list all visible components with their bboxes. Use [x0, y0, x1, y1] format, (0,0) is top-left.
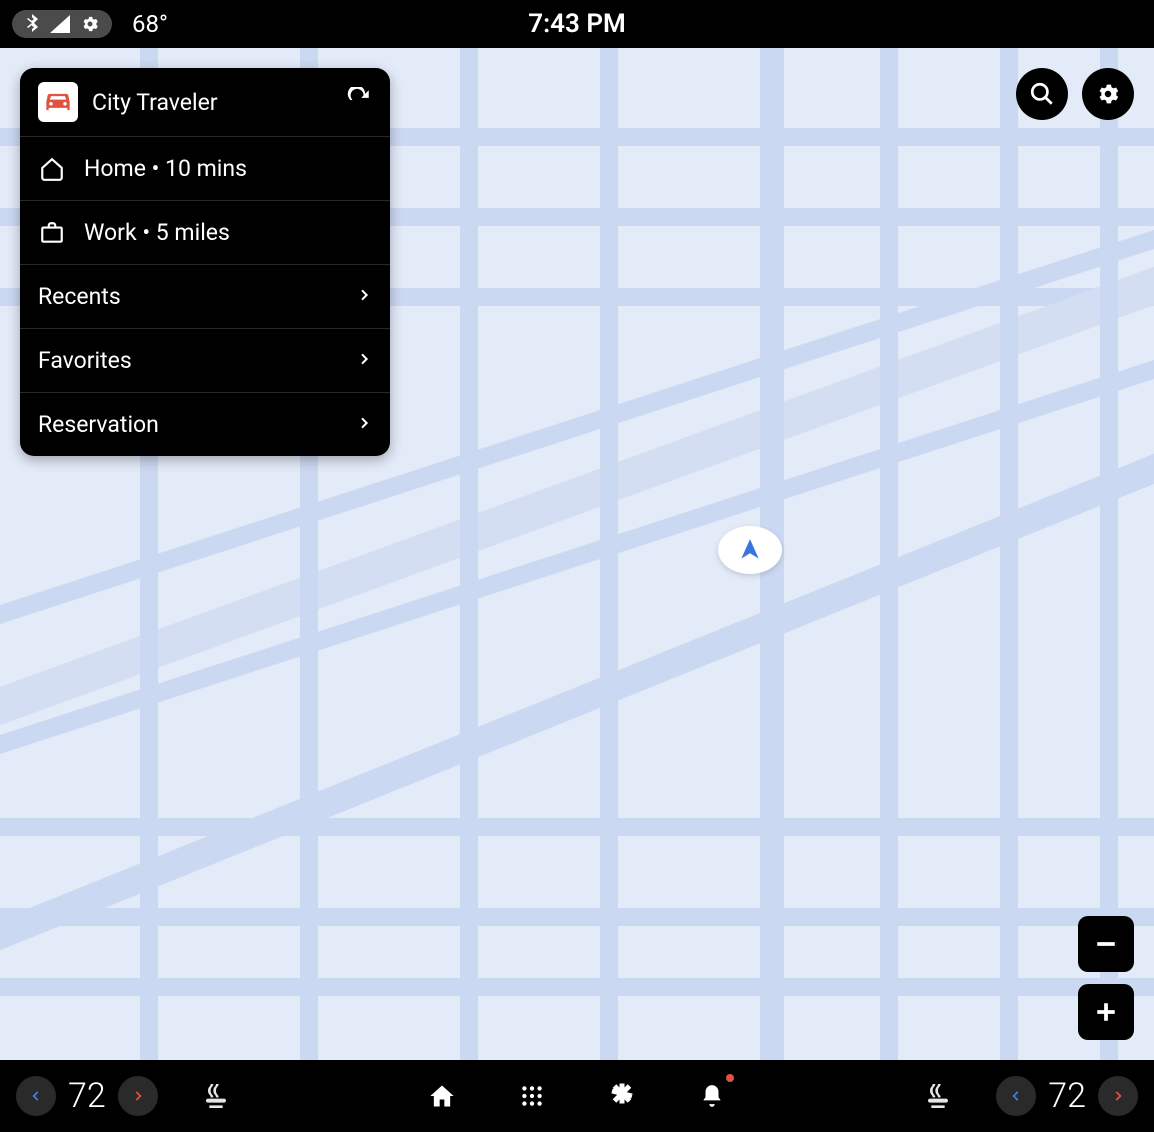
map-top-controls	[1016, 68, 1134, 120]
home-button[interactable]	[422, 1076, 462, 1116]
hvac-button[interactable]	[602, 1076, 642, 1116]
bluetooth-icon	[24, 14, 40, 34]
zoom-out-button[interactable]	[1078, 916, 1134, 972]
right-temp-value: 72	[1048, 1076, 1086, 1116]
menu-favorites[interactable]: Favorites	[20, 329, 390, 393]
system-bar: 72 72	[0, 1060, 1154, 1132]
destination-home[interactable]: Home • 10 mins	[20, 137, 390, 201]
panel-header: City Traveler	[20, 68, 390, 137]
zoom-controls	[1078, 916, 1134, 1040]
gear-icon	[80, 14, 100, 34]
right-seat-heat-icon[interactable]	[918, 1076, 958, 1116]
zoom-in-button[interactable]	[1078, 984, 1134, 1040]
briefcase-icon	[38, 220, 66, 246]
search-button[interactable]	[1016, 68, 1068, 120]
map-canvas[interactable]: City Traveler Home • 10 mins Work • 5 mi…	[0, 48, 1154, 1060]
chevron-right-icon	[356, 415, 372, 435]
left-temp-value: 72	[68, 1076, 106, 1116]
app-icon	[38, 82, 78, 122]
left-climate: 72	[16, 1076, 236, 1116]
status-bar: 68° 7:43 PM	[0, 0, 1154, 48]
clock: 7:43 PM	[528, 9, 626, 39]
signal-icon	[50, 15, 70, 33]
menu-recents[interactable]: Recents	[20, 265, 390, 329]
destination-home-label: Home • 10 mins	[84, 155, 372, 182]
left-seat-heat-icon[interactable]	[196, 1076, 236, 1116]
menu-favorites-label: Favorites	[38, 347, 356, 374]
menu-recents-label: Recents	[38, 283, 356, 310]
destination-work[interactable]: Work • 5 miles	[20, 201, 390, 265]
refresh-button[interactable]	[346, 87, 372, 117]
home-icon	[38, 156, 66, 182]
settings-button[interactable]	[1082, 68, 1134, 120]
system-center-icons	[422, 1076, 732, 1116]
current-location-marker	[718, 526, 782, 574]
status-pill	[12, 10, 112, 38]
right-climate: 72	[918, 1076, 1138, 1116]
menu-reservation[interactable]: Reservation	[20, 393, 390, 456]
temp-up-left[interactable]	[118, 1076, 158, 1116]
temp-down-left[interactable]	[16, 1076, 56, 1116]
navigation-panel: City Traveler Home • 10 mins Work • 5 mi…	[20, 68, 390, 456]
chevron-right-icon	[356, 287, 372, 307]
destination-work-label: Work • 5 miles	[84, 219, 372, 246]
temp-up-right[interactable]	[1098, 1076, 1138, 1116]
chevron-right-icon	[356, 351, 372, 371]
notifications-button[interactable]	[692, 1076, 732, 1116]
app-title: City Traveler	[92, 89, 346, 116]
apps-button[interactable]	[512, 1076, 552, 1116]
menu-reservation-label: Reservation	[38, 411, 356, 438]
outside-temperature: 68°	[132, 10, 168, 38]
temp-down-right[interactable]	[996, 1076, 1036, 1116]
